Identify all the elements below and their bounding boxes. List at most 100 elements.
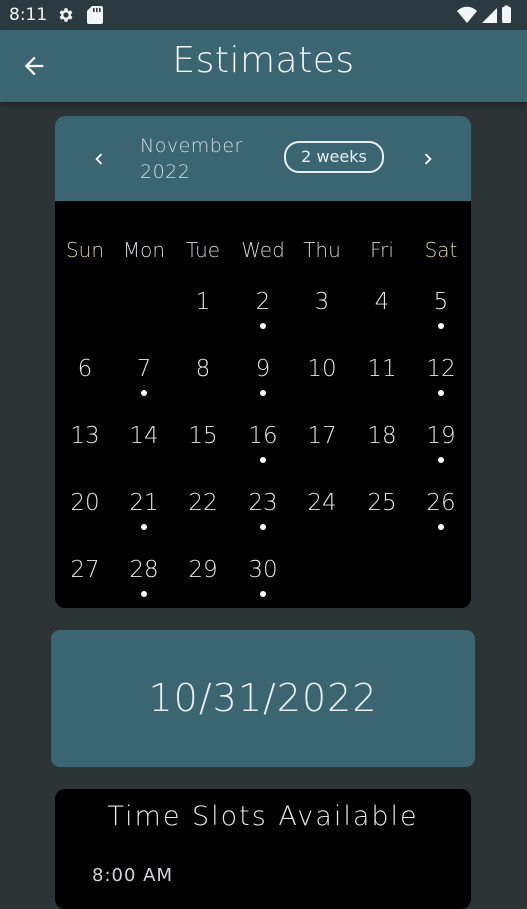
calendar-day-number: 16 xyxy=(248,423,278,449)
weekday-label-sat: Sat xyxy=(424,238,458,262)
selected-date-card: 10/31/2022 xyxy=(51,630,475,767)
calendar-day-number: 17 xyxy=(307,423,337,449)
calendar-day-number: 28 xyxy=(129,557,159,583)
event-dot-indicator xyxy=(260,457,266,463)
weekday-label-thu: Thu xyxy=(303,238,341,262)
calendar-day-19[interactable]: 19 xyxy=(414,423,468,473)
month-year-label: November 2022 xyxy=(140,133,260,185)
calendar-day-13[interactable]: 13 xyxy=(58,423,112,473)
calendar-day-number: 26 xyxy=(426,490,456,516)
weekday-label-wed: Wed xyxy=(241,238,285,262)
calendar-day-8[interactable]: 8 xyxy=(176,356,230,406)
event-dot-indicator xyxy=(141,591,147,597)
event-dot-indicator xyxy=(141,390,147,396)
calendar-day-number: 19 xyxy=(426,423,456,449)
event-dot-indicator xyxy=(260,591,266,597)
calendar-day-number: 7 xyxy=(136,356,152,382)
event-dot-indicator xyxy=(438,390,444,396)
calendar-day-number: 29 xyxy=(188,557,218,583)
event-dot-indicator xyxy=(141,524,147,530)
calendar-day-3[interactable]: 3 xyxy=(295,289,349,339)
time-slots-title: Time Slots Available xyxy=(107,801,419,832)
calendar-day-9[interactable]: 9 xyxy=(236,356,290,406)
calendar-day-number: 4 xyxy=(374,289,390,315)
calendar-day-number: 3 xyxy=(314,289,330,315)
calendar-day-number: 8 xyxy=(195,356,211,382)
event-dot-indicator xyxy=(438,524,444,530)
event-dot-indicator xyxy=(260,390,266,396)
calendar-day-1[interactable]: 1 xyxy=(176,289,230,339)
calendar-day-number: 9 xyxy=(255,356,271,382)
calendar-day-number: 10 xyxy=(307,356,337,382)
calendar-day-30[interactable]: 30 xyxy=(236,557,290,607)
calendar-day-20[interactable]: 20 xyxy=(58,490,112,540)
calendar-day-number: 18 xyxy=(367,423,397,449)
calendar-day-number: 5 xyxy=(433,289,449,315)
calendar-day-number: 14 xyxy=(129,423,159,449)
weekday-label-tue: Tue xyxy=(185,238,221,262)
weekday-label-mon: Mon xyxy=(122,238,166,262)
calendar-day-16[interactable]: 16 xyxy=(236,423,290,473)
sd-card-icon xyxy=(87,6,103,24)
time-slot-item[interactable]: 8:00 AM xyxy=(92,865,173,886)
calendar-day-23[interactable]: 23 xyxy=(236,490,290,540)
calendar-day-6[interactable]: 6 xyxy=(58,356,112,406)
event-dot-indicator xyxy=(260,323,266,329)
calendar-day-7[interactable]: 7 xyxy=(117,356,171,406)
calendar-day-10[interactable]: 10 xyxy=(295,356,349,406)
calendar-day-number: 1 xyxy=(195,289,211,315)
weekday-label-sun: Sun xyxy=(65,238,105,262)
battery-icon xyxy=(502,7,511,23)
calendar-day-number: 2 xyxy=(255,289,271,315)
calendar-day-27[interactable]: 27 xyxy=(58,557,112,607)
calendar-day-12[interactable]: 12 xyxy=(414,356,468,406)
calendar-day-26[interactable]: 26 xyxy=(414,490,468,540)
calendar-day-number: 15 xyxy=(188,423,218,449)
status-bar: 8:11 xyxy=(0,0,527,30)
chevron-left-icon[interactable] xyxy=(88,148,110,170)
time-slots-card: Time Slots Available 8:00 AM xyxy=(55,789,471,909)
app-bar: Estimates xyxy=(0,30,527,102)
calendar-day-24[interactable]: 24 xyxy=(295,490,349,540)
calendar-day-4[interactable]: 4 xyxy=(355,289,409,339)
chevron-right-icon[interactable] xyxy=(417,148,439,170)
page-title: Estimates xyxy=(172,40,355,81)
calendar-header: November 2022 2 weeks xyxy=(55,116,471,201)
weekday-label-fri: Fri xyxy=(370,238,394,262)
wifi-icon xyxy=(457,6,477,24)
calendar-day-17[interactable]: 17 xyxy=(295,423,349,473)
calendar-day-25[interactable]: 25 xyxy=(355,490,409,540)
month-label: November xyxy=(140,135,243,157)
calendar-day-18[interactable]: 18 xyxy=(355,423,409,473)
calendar-day-5[interactable]: 5 xyxy=(414,289,468,339)
calendar-day-29[interactable]: 29 xyxy=(176,557,230,607)
event-dot-indicator xyxy=(438,457,444,463)
calendar-day-11[interactable]: 11 xyxy=(355,356,409,406)
calendar-card: November 2022 2 weeks Sun Mon Tue Wed Thu Fri… xyxy=(55,116,471,608)
calendar-day-21[interactable]: 21 xyxy=(117,490,171,540)
calendar-day-number: 25 xyxy=(367,490,397,516)
selected-date: 10/31/2022 xyxy=(148,676,378,720)
calendar-day-number: 30 xyxy=(248,557,278,583)
gear-icon xyxy=(59,8,73,22)
year-label: 2022 xyxy=(140,161,191,183)
calendar-day-22[interactable]: 22 xyxy=(176,490,230,540)
calendar-day-number: 24 xyxy=(307,490,337,516)
calendar-day-number: 12 xyxy=(426,356,456,382)
calendar-day-number: 6 xyxy=(77,356,93,382)
calendar-day-number: 11 xyxy=(367,356,397,382)
status-time: 8:11 xyxy=(9,5,48,25)
calendar-day-number: 13 xyxy=(70,423,100,449)
view-format-button[interactable]: 2 weeks xyxy=(284,141,384,173)
calendar-day-number: 23 xyxy=(248,490,278,516)
calendar-day-number: 20 xyxy=(70,490,100,516)
calendar-day-28[interactable]: 28 xyxy=(117,557,171,607)
event-dot-indicator xyxy=(260,524,266,530)
calendar-day-2[interactable]: 2 xyxy=(236,289,290,339)
signal-icon xyxy=(482,8,497,23)
calendar-day-14[interactable]: 14 xyxy=(117,423,171,473)
calendar-day-number: 27 xyxy=(70,557,100,583)
calendar-day-number: 21 xyxy=(129,490,159,516)
calendar-day-15[interactable]: 15 xyxy=(176,423,230,473)
event-dot-indicator xyxy=(438,323,444,329)
